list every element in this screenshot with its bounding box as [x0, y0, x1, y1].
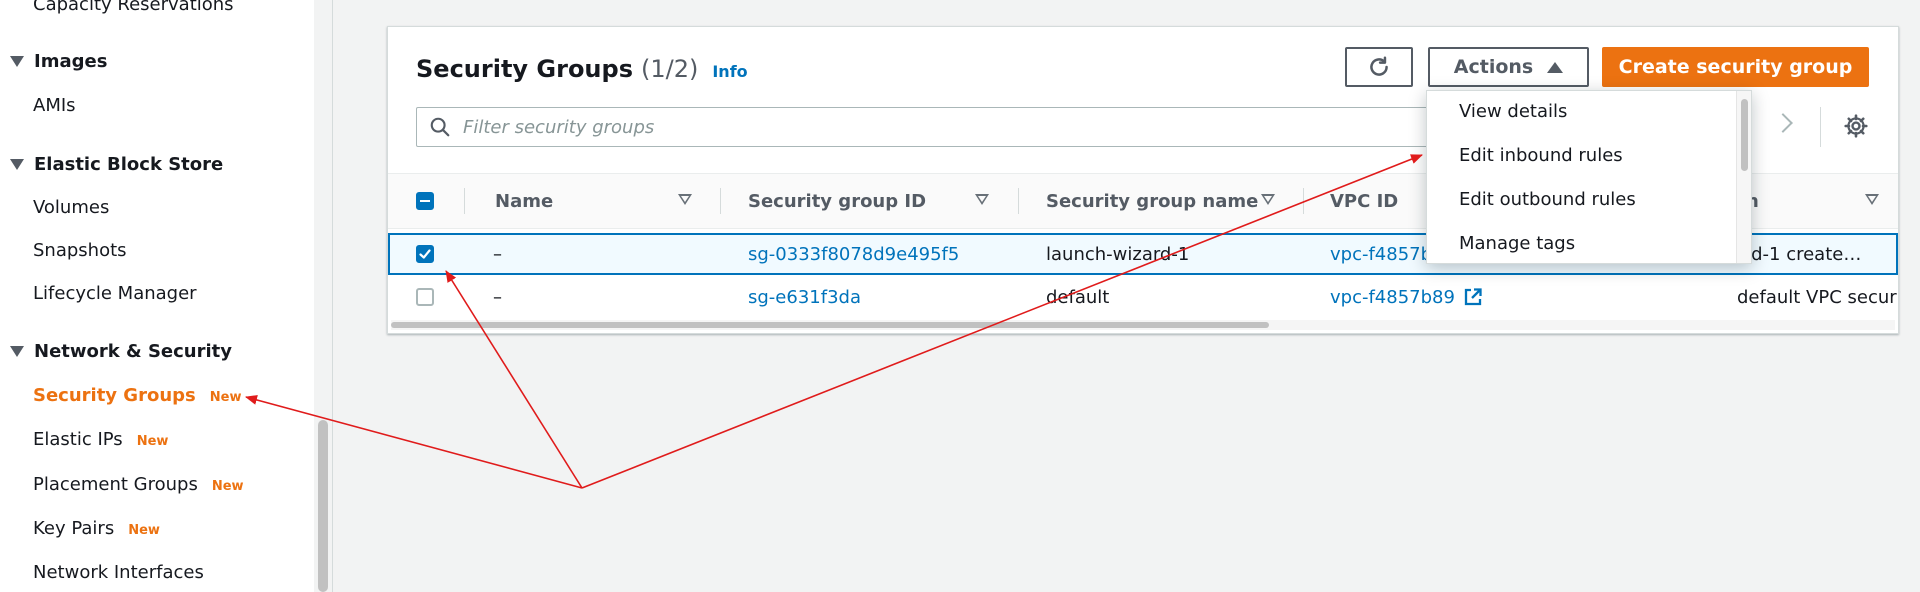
create-label: Create security group	[1618, 56, 1853, 78]
sort-icon[interactable]	[975, 194, 989, 205]
cell-name: –	[493, 243, 502, 265]
column-header-label: Name	[495, 190, 554, 212]
page-title: Security Groups (1/2) Info	[416, 55, 748, 83]
column-header-security-group-name[interactable]: Security group name	[1046, 174, 1258, 228]
select-all-checkbox[interactable]	[416, 192, 434, 210]
sidebar-item-label: Security Groups	[33, 385, 196, 406]
sidebar-scrollbar-thumb[interactable]	[318, 420, 328, 592]
sidebar-item-security-groups[interactable]: Security Groups New	[33, 385, 241, 406]
next-page-icon[interactable]	[1773, 113, 1793, 133]
sidebar-section-title: Network & Security	[34, 341, 232, 362]
column-header-label: Security group ID	[748, 190, 927, 212]
divider	[1820, 107, 1821, 147]
column-header-vpc-id[interactable]: VPC ID	[1330, 174, 1398, 228]
actions-label: Actions	[1453, 56, 1534, 78]
caret-down-icon	[10, 159, 24, 170]
column-header-security-group-id[interactable]: Security group ID	[748, 174, 926, 228]
sidebar-section-title: Images	[34, 51, 108, 72]
cell-name: –	[493, 286, 502, 308]
column-divider	[1018, 188, 1019, 214]
new-badge: New	[209, 390, 242, 405]
column-header-label: VPC ID	[1330, 190, 1399, 212]
sidebar-item-placement-groups[interactable]: Placement Groups New	[33, 474, 244, 495]
gear-icon[interactable]	[1843, 113, 1869, 139]
cell-sg-name: launch-wizard-1	[1046, 243, 1190, 265]
sidebar-section-elastic-block-store[interactable]: Elastic Block Store	[10, 154, 223, 175]
panel-title-text: Security Groups	[416, 55, 633, 83]
column-divider	[1303, 188, 1304, 214]
sidebar-item-label: Elastic IPs	[33, 429, 123, 450]
row-checkbox[interactable]	[416, 245, 434, 263]
sidebar-section-network-security[interactable]: Network & Security	[10, 341, 232, 362]
menu-scrollbar-thumb[interactable]	[1741, 99, 1748, 171]
sidebar: Capacity Reservations Images AMIs Elasti…	[0, 0, 315, 592]
sidebar-item-label: Placement Groups	[33, 474, 198, 495]
sidebar-item-label: Volumes	[33, 197, 110, 218]
menu-item-edit-outbound-rules[interactable]: Edit outbound rules	[1459, 189, 1636, 210]
sort-icon[interactable]	[1865, 194, 1879, 205]
sidebar-item-label: Snapshots	[33, 240, 127, 261]
external-link-icon[interactable]	[1463, 287, 1483, 307]
horizontal-scrollbar[interactable]	[391, 320, 1895, 330]
sidebar-section-title: Elastic Block Store	[34, 154, 224, 175]
row-checkbox[interactable]	[416, 288, 434, 306]
sidebar-item-label: Network Interfaces	[33, 562, 204, 583]
sidebar-item-label: Lifecycle Manager	[33, 283, 197, 304]
sort-icon[interactable]	[678, 194, 692, 205]
column-divider	[464, 188, 465, 214]
sidebar-item-label: Key Pairs	[33, 518, 115, 539]
caret-down-icon	[10, 56, 24, 67]
filter-search-input[interactable]: Filter security groups	[416, 107, 1456, 147]
actions-dropdown-menu: View details Edit inbound rules Edit out…	[1426, 90, 1752, 264]
selection-count: (1/2)	[640, 55, 699, 83]
sidebar-item-lifecycle-manager[interactable]: Lifecycle Manager	[33, 283, 197, 304]
filter-placeholder: Filter security groups	[463, 116, 655, 138]
actions-button[interactable]: Actions	[1428, 47, 1589, 87]
sidebar-item-capacity-reservations[interactable]: Capacity Reservations	[33, 0, 234, 15]
cell-sg-id-link[interactable]: sg-e631f3da	[748, 276, 861, 318]
horizontal-scrollbar-thumb[interactable]	[391, 322, 1269, 328]
create-security-group-button[interactable]: Create security group	[1602, 47, 1869, 87]
sort-icon[interactable]	[1261, 194, 1275, 205]
sidebar-section-images[interactable]: Images	[10, 51, 107, 72]
sidebar-item-label: AMIs	[33, 95, 76, 116]
caret-down-icon	[10, 346, 24, 357]
cell-description-text: default VPC security gr…	[1737, 286, 1898, 308]
sidebar-item-network-interfaces[interactable]: Network Interfaces	[33, 562, 204, 583]
new-badge: New	[128, 523, 160, 538]
menu-item-view-details[interactable]: View details	[1459, 101, 1567, 122]
refresh-button[interactable]	[1345, 47, 1413, 87]
menu-item-manage-tags[interactable]: Manage tags	[1459, 233, 1575, 254]
menu-item-edit-inbound-rules[interactable]: Edit inbound rules	[1459, 145, 1623, 166]
new-badge: New	[211, 479, 244, 494]
cell-vpc-id-link[interactable]: vpc-f4857b	[1330, 233, 1432, 275]
new-badge: New	[136, 434, 169, 449]
sidebar-item-label: Capacity Reservations	[33, 0, 234, 15]
column-header-name[interactable]: Name	[495, 174, 553, 228]
cell-vpc-id: vpc-f4857b89	[1330, 276, 1483, 318]
sidebar-item-amis[interactable]: AMIs	[33, 95, 76, 116]
sidebar-item-volumes[interactable]: Volumes	[33, 197, 109, 218]
sidebar-item-key-pairs[interactable]: Key Pairs New	[33, 518, 160, 539]
sidebar-item-elastic-ips[interactable]: Elastic IPs New	[33, 429, 168, 450]
check-icon	[419, 249, 431, 259]
cell-description: ard-1 create…	[1733, 243, 1862, 265]
cell-sg-id-link[interactable]: sg-0333f8078d9e495f5	[748, 233, 959, 275]
column-divider	[720, 188, 721, 214]
caret-up-icon	[1547, 61, 1564, 73]
vpc-id-link[interactable]: vpc-f4857b89	[1330, 287, 1455, 308]
sidebar-item-snapshots[interactable]: Snapshots	[33, 240, 127, 261]
refresh-icon	[1370, 56, 1388, 76]
search-icon	[430, 117, 450, 137]
column-header-label: Security group name	[1046, 190, 1259, 212]
table-row[interactable]: – sg-e631f3da default vpc-f4857b89 defau…	[388, 276, 1898, 318]
cell-sg-name: default	[1046, 286, 1110, 308]
cell-description: default VPC security gr…	[1650, 276, 1898, 318]
info-link[interactable]: Info	[712, 62, 747, 81]
